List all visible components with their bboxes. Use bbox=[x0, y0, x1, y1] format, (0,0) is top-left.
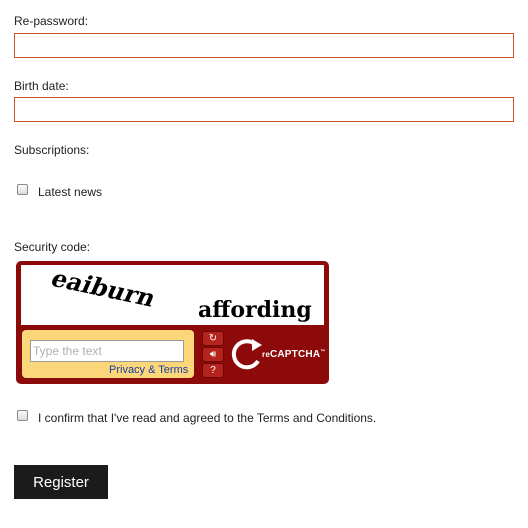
captcha-word-distorted: eaiburn bbox=[47, 265, 161, 312]
recaptcha-logo-prefix: re bbox=[262, 350, 270, 359]
recaptcha-arrow-icon bbox=[231, 339, 262, 370]
audio-icon[interactable]: 🔊︎ bbox=[202, 347, 224, 362]
recaptcha-logo: reCAPTCHA™ bbox=[230, 337, 325, 373]
terms-checkbox[interactable] bbox=[17, 410, 28, 421]
repassword-field[interactable] bbox=[14, 33, 514, 58]
recaptcha-logo-text: CAPTCHA bbox=[269, 349, 321, 360]
refresh-icon[interactable]: ↻ bbox=[202, 331, 224, 346]
latest-news-checkbox[interactable] bbox=[17, 184, 28, 195]
captcha-answer-input[interactable] bbox=[30, 340, 184, 362]
latest-news-label: Latest news bbox=[38, 185, 103, 199]
birth-date-label: Birth date: bbox=[14, 79, 69, 93]
recaptcha-logo-tm: ™ bbox=[320, 349, 326, 355]
recaptcha-widget: eaiburn affording Privacy & Terms ↻ 🔊︎ ?… bbox=[16, 261, 329, 384]
help-icon[interactable]: ? bbox=[202, 363, 224, 378]
captcha-challenge-image: eaiburn affording bbox=[21, 264, 324, 325]
subscriptions-label: Subscriptions: bbox=[14, 143, 90, 157]
captcha-entry-panel: Privacy & Terms bbox=[22, 330, 194, 378]
terms-label: I confirm that I've read and agreed to t… bbox=[38, 411, 377, 425]
captcha-word: affording bbox=[198, 297, 312, 323]
privacy-terms-link[interactable]: Privacy & Terms bbox=[109, 364, 188, 376]
security-code-label: Security code: bbox=[14, 240, 91, 254]
captcha-challenge-svg: eaiburn affording bbox=[47, 264, 312, 323]
repassword-label: Re-password: bbox=[14, 14, 89, 28]
birth-date-field[interactable] bbox=[14, 97, 514, 122]
register-button[interactable]: Register bbox=[14, 465, 108, 499]
